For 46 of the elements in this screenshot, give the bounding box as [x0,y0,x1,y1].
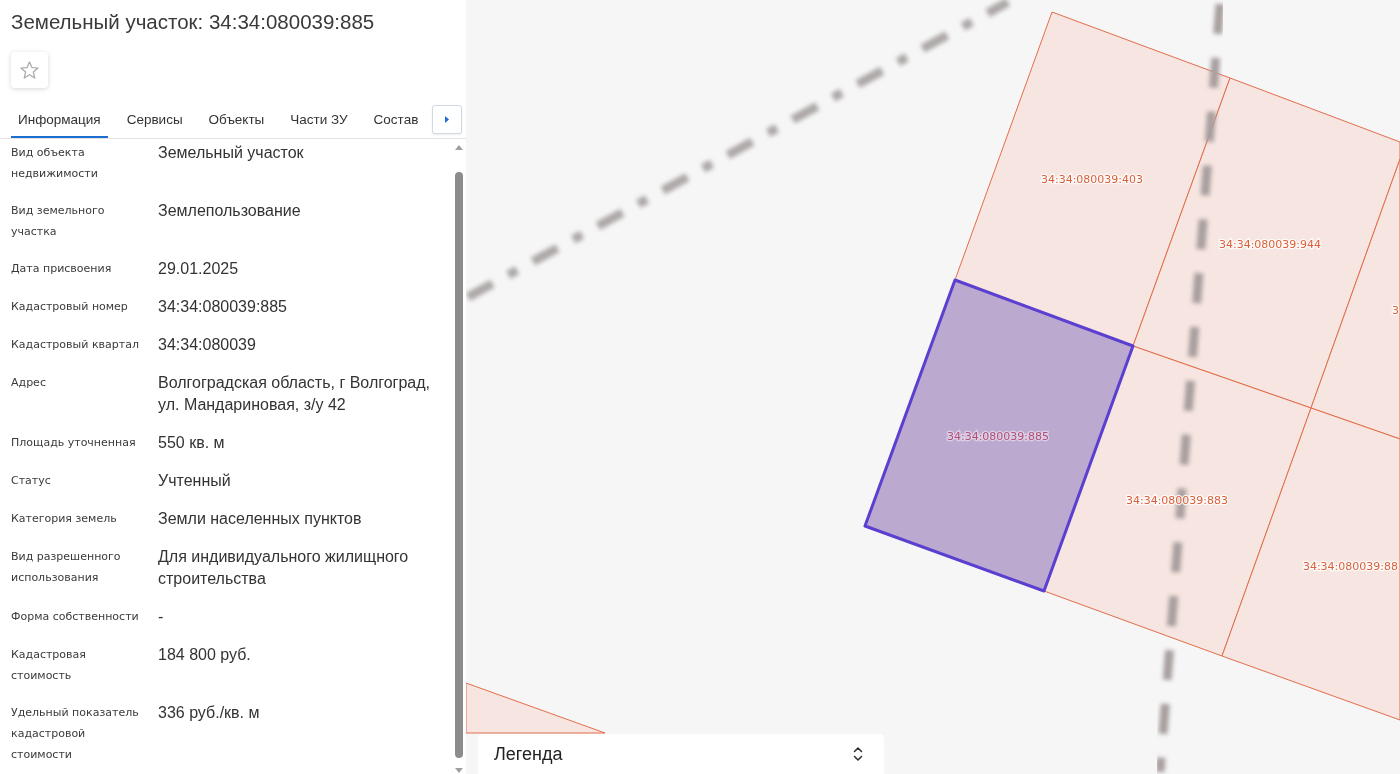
caret-right-icon [445,115,449,123]
property-value: Земельный участок [158,143,305,163]
property-label: Кадастровая стоимость [11,647,87,684]
property-value: Для индивидуального жилищного строительства [158,547,410,589]
tab[interactable]: Информация [11,100,108,138]
property-label: Площадь уточненная [11,435,137,451]
property-value: Землепользование [158,201,302,221]
property-label: Адрес [11,375,47,391]
property-label: Статус [11,473,52,489]
parcel-label: 34:34:080039:88 [1302,560,1398,573]
property-value: 550 кв. м [158,433,226,453]
tab[interactable]: Части ЗУ [283,100,355,138]
caret-down-icon[interactable] [455,768,463,773]
favorite-button[interactable] [11,52,48,88]
property-label: Кадастровый квартал [11,337,140,353]
scrollbar-thumb[interactable] [455,172,463,758]
scroll-tabs-button[interactable] [432,104,462,134]
property-label: Дата присвоения [11,261,113,277]
property-value: 184 800 руб. [158,645,252,665]
property-label: Вид разрешенного использования [11,549,122,586]
property-label: Вид объекта недвижимости [11,145,99,182]
property-label: Форма собственности [11,609,140,625]
property-label: Удельный показатель кадастровой стоимости [11,705,140,763]
chevron-up-down-icon [853,746,863,762]
property-value: 34:34:080039:885 [158,297,288,317]
parcel-label: 3 [1392,304,1399,317]
property-value: Волгоградская область, г Волгоград, ул. Мандариновая, з/у 42 [158,373,432,415]
parcel-label: 34:34:080039:885 [946,430,1050,443]
tab[interactable]: Состав [366,100,426,138]
legend-button[interactable]: Легенда [478,734,884,774]
parcel-label: 34:34:080039:403 [1040,173,1144,186]
panel-title: Земельный участок: 34:34:080039:885 [11,10,375,34]
property-value: Земли населенных пунктов [158,509,363,529]
property-label: Категория земель [11,511,118,527]
property-label: Кадастровый номер [11,299,129,315]
property-label: Вид земельного участка [11,203,106,240]
property-value: Учтенный [158,471,232,491]
property-value: 34:34:080039 [158,335,257,355]
caret-up-icon[interactable] [455,145,463,150]
tab[interactable]: Сервисы [119,100,190,138]
parcel-label: 34:34:080039:944 [1218,238,1322,251]
property-value: - [158,607,165,627]
parcel-label: 34:34:080039:883 [1125,494,1229,507]
property-value: 336 руб./кв. м [158,703,261,723]
property-value: 29.01.2025 [158,259,240,279]
tab[interactable]: Объекты [201,100,272,138]
